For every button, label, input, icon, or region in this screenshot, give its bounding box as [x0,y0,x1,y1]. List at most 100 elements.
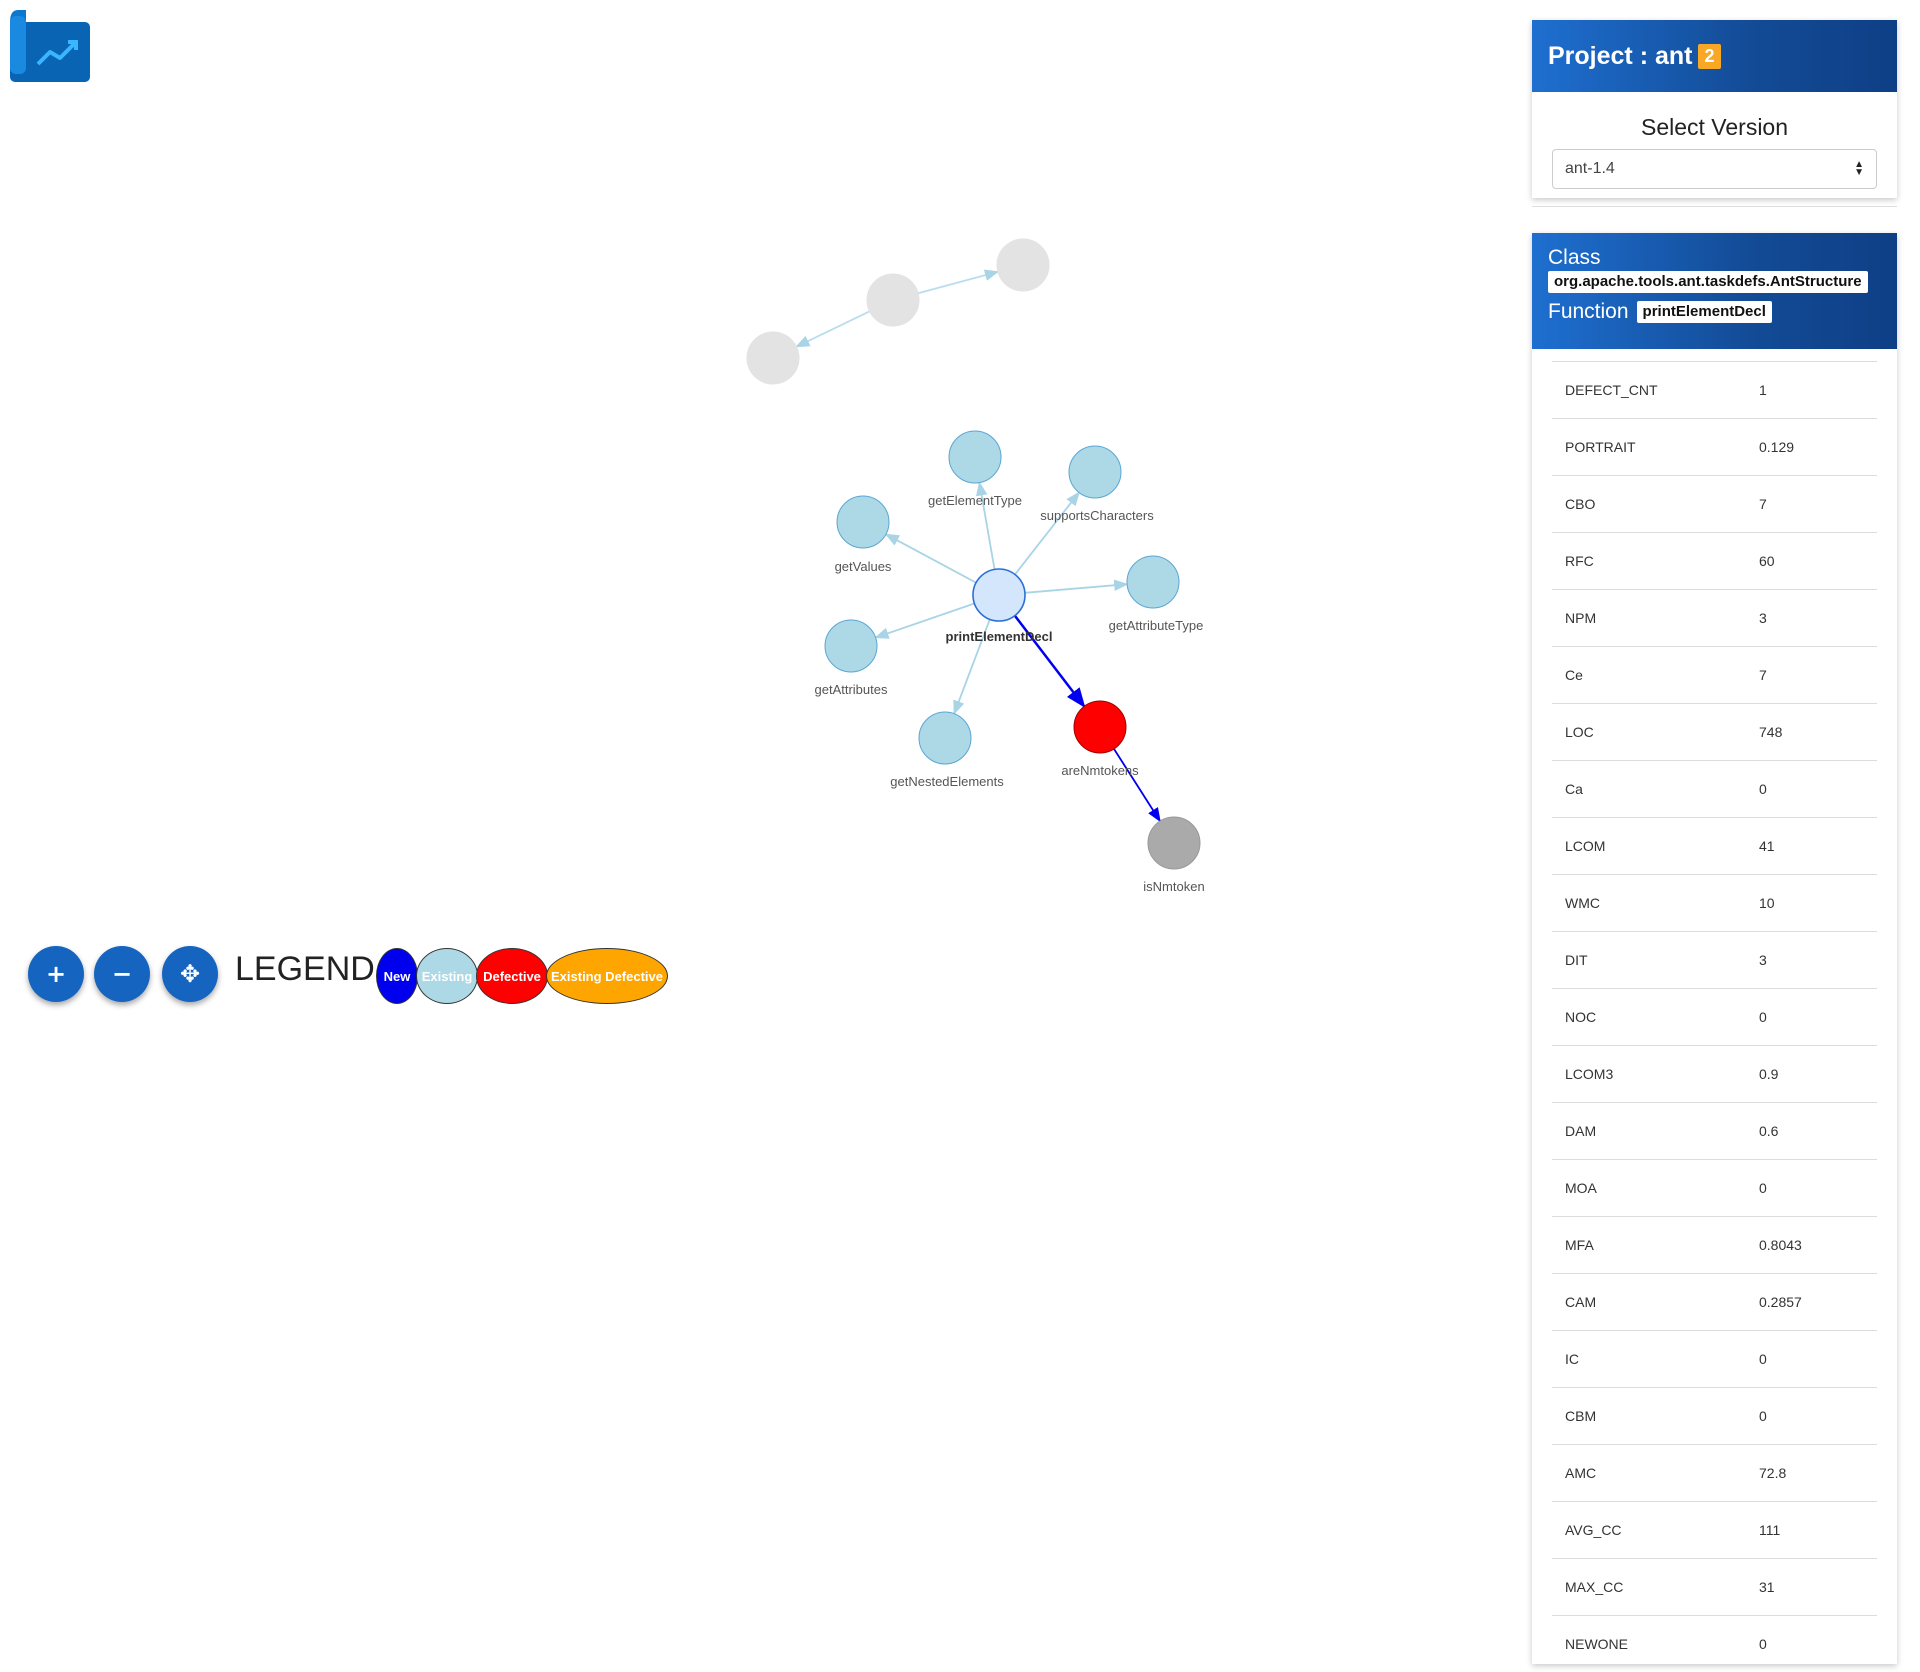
graph-node-getElementType[interactable] [948,430,1002,484]
metric-value: 748 [1759,724,1783,740]
metric-row: RFC 60 [1552,532,1877,589]
zoom-out-button[interactable]: − [94,946,150,1002]
metric-row: MAX_CC 31 [1552,1558,1877,1615]
metric-value: 7 [1759,667,1767,683]
panel-divider [1532,206,1897,207]
metric-value: 60 [1759,553,1775,569]
metric-name: MAX_CC [1565,1579,1624,1595]
metric-value: 111 [1759,1522,1781,1538]
metric-row: NPM 3 [1552,589,1877,646]
metric-row: CBM 0 [1552,1387,1877,1444]
metric-value: 0 [1759,1351,1767,1367]
metric-row: Ce 7 [1552,646,1877,703]
metric-name: NOC [1565,1009,1597,1025]
metric-value: 0.2857 [1759,1294,1802,1310]
metric-value: 0 [1759,1408,1767,1424]
graph-node-areNmtokens[interactable] [1073,700,1127,754]
metric-value: 72.8 [1759,1465,1787,1481]
metric-row: Ca 0 [1552,760,1877,817]
metric-name: AMC [1565,1465,1597,1481]
graph-node-faded[interactable] [996,238,1050,292]
project-header: Project : ant 2 [1532,20,1897,92]
class-label: Class [1548,246,1601,269]
legend-existing-defective: Existing Defective [546,948,668,1004]
zoom-in-button[interactable]: + [28,946,84,1002]
metric-value: 31 [1759,1579,1775,1595]
metric-value: 41 [1759,838,1775,854]
metric-name: PORTRAIT [1565,439,1636,455]
fit-view-move-icon[interactable]: ✥ [162,946,218,1002]
metric-name: Ce [1565,667,1583,683]
version-select[interactable]: ant-1.4 ▲ ▼ [1552,149,1877,189]
metric-name: MOA [1565,1180,1597,1196]
metric-value: 0 [1759,781,1767,797]
metric-value: 3 [1759,610,1767,626]
metric-name: DEFECT_CNT [1565,382,1658,398]
metric-row: MFA 0.8043 [1552,1216,1877,1273]
metric-value: 3 [1759,952,1767,968]
graph-node-label: areNmtokens [1061,763,1139,778]
metric-value: 10 [1759,895,1775,911]
metric-row: CBO 7 [1552,475,1877,532]
graph-node-label: printElementDecl [946,629,1053,644]
graph-node-label: getAttributeType [1109,618,1204,633]
call-graph[interactable]: printElementDecl getElementType supportsCh… [0,0,1500,1000]
metric-row: AMC 72.8 [1552,1444,1877,1501]
graph-node-faded[interactable] [746,331,800,385]
class-name-badge: org.apache.tools.ant.taskdefs.AntStructu… [1548,271,1868,293]
function-name-badge: printElementDecl [1636,301,1772,323]
metric-row: LCOM3 0.9 [1552,1045,1877,1102]
metric-name: DAM [1565,1123,1597,1139]
metric-value: 0.8043 [1759,1237,1802,1253]
metric-name: DIT [1565,952,1588,968]
metric-value: 0 [1759,1636,1767,1652]
graph-node-label: isNmtoken [1143,879,1204,894]
metric-name: LCOM [1565,838,1606,854]
graph-node-label: getAttributes [815,682,888,697]
class-details-card: Class org.apache.tools.ant.taskdefs.AntS… [1532,233,1897,1664]
metric-row: PORTRAIT 0.129 [1552,418,1877,475]
metric-name: LOC [1565,724,1594,740]
version-label: Select Version [1640,114,1789,140]
metrics-table: DEFECT_CNT 1 PORTRAIT 0.129 CBO 7 RFC 60 NPM 3 Ce 7… [1552,361,1877,1672]
metric-name: Ca [1565,781,1583,797]
graph-node-getAttributeType[interactable] [1126,555,1180,609]
graph-node-getNestedElements[interactable] [918,711,972,765]
graph-node-isNmtoken[interactable] [1147,816,1201,870]
graph-node-getValues[interactable] [836,495,890,549]
metric-name: CBO [1565,496,1596,512]
metric-name: WMC [1565,895,1600,911]
metric-row: CAM 0.2857 [1552,1273,1877,1330]
metric-row: IC 0 [1552,1330,1877,1387]
metric-row: LCOM 41 [1552,817,1877,874]
metric-name: MFA [1565,1237,1594,1253]
metric-row: MOA 0 [1552,1159,1877,1216]
metric-row: DIT 3 [1552,931,1877,988]
project-title: Project : ant [1548,41,1693,70]
metric-value: 0.6 [1759,1123,1779,1139]
graph-node-getAttributes[interactable] [824,619,878,673]
metric-value: 0.129 [1759,439,1795,455]
graph-node-supportsCharacters[interactable] [1068,445,1122,499]
metric-row: AVG_CC 111 [1552,1501,1877,1558]
metric-row: NOC 0 [1552,988,1877,1045]
project-card: Project : ant 2 Select Version ant-1.4 ▲… [1532,20,1897,198]
metric-name: IC [1565,1351,1579,1367]
metric-row: DEFECT_CNT 1 [1552,361,1877,418]
metric-name: CBM [1565,1408,1597,1424]
legend-title: LEGEND [235,950,375,988]
metric-value: 0 [1759,1180,1767,1196]
function-label: Function [1548,300,1629,323]
metric-value: 1 [1759,382,1767,398]
metric-row: LOC 748 [1552,703,1877,760]
metric-name: NPM [1565,610,1597,626]
graph-node-label: supportsCharacters [1040,508,1154,523]
metric-value: 0 [1759,1009,1767,1025]
graph-node-label: getNestedElements [890,774,1004,789]
graph-node-printElementDecl[interactable] [972,568,1026,622]
graph-node-faded[interactable] [866,273,920,327]
metric-row: DAM 0.6 [1552,1102,1877,1159]
project-badge: 2 [1698,43,1721,69]
graph-node-label: getValues [835,559,892,574]
metric-name: AVG_CC [1565,1522,1622,1538]
